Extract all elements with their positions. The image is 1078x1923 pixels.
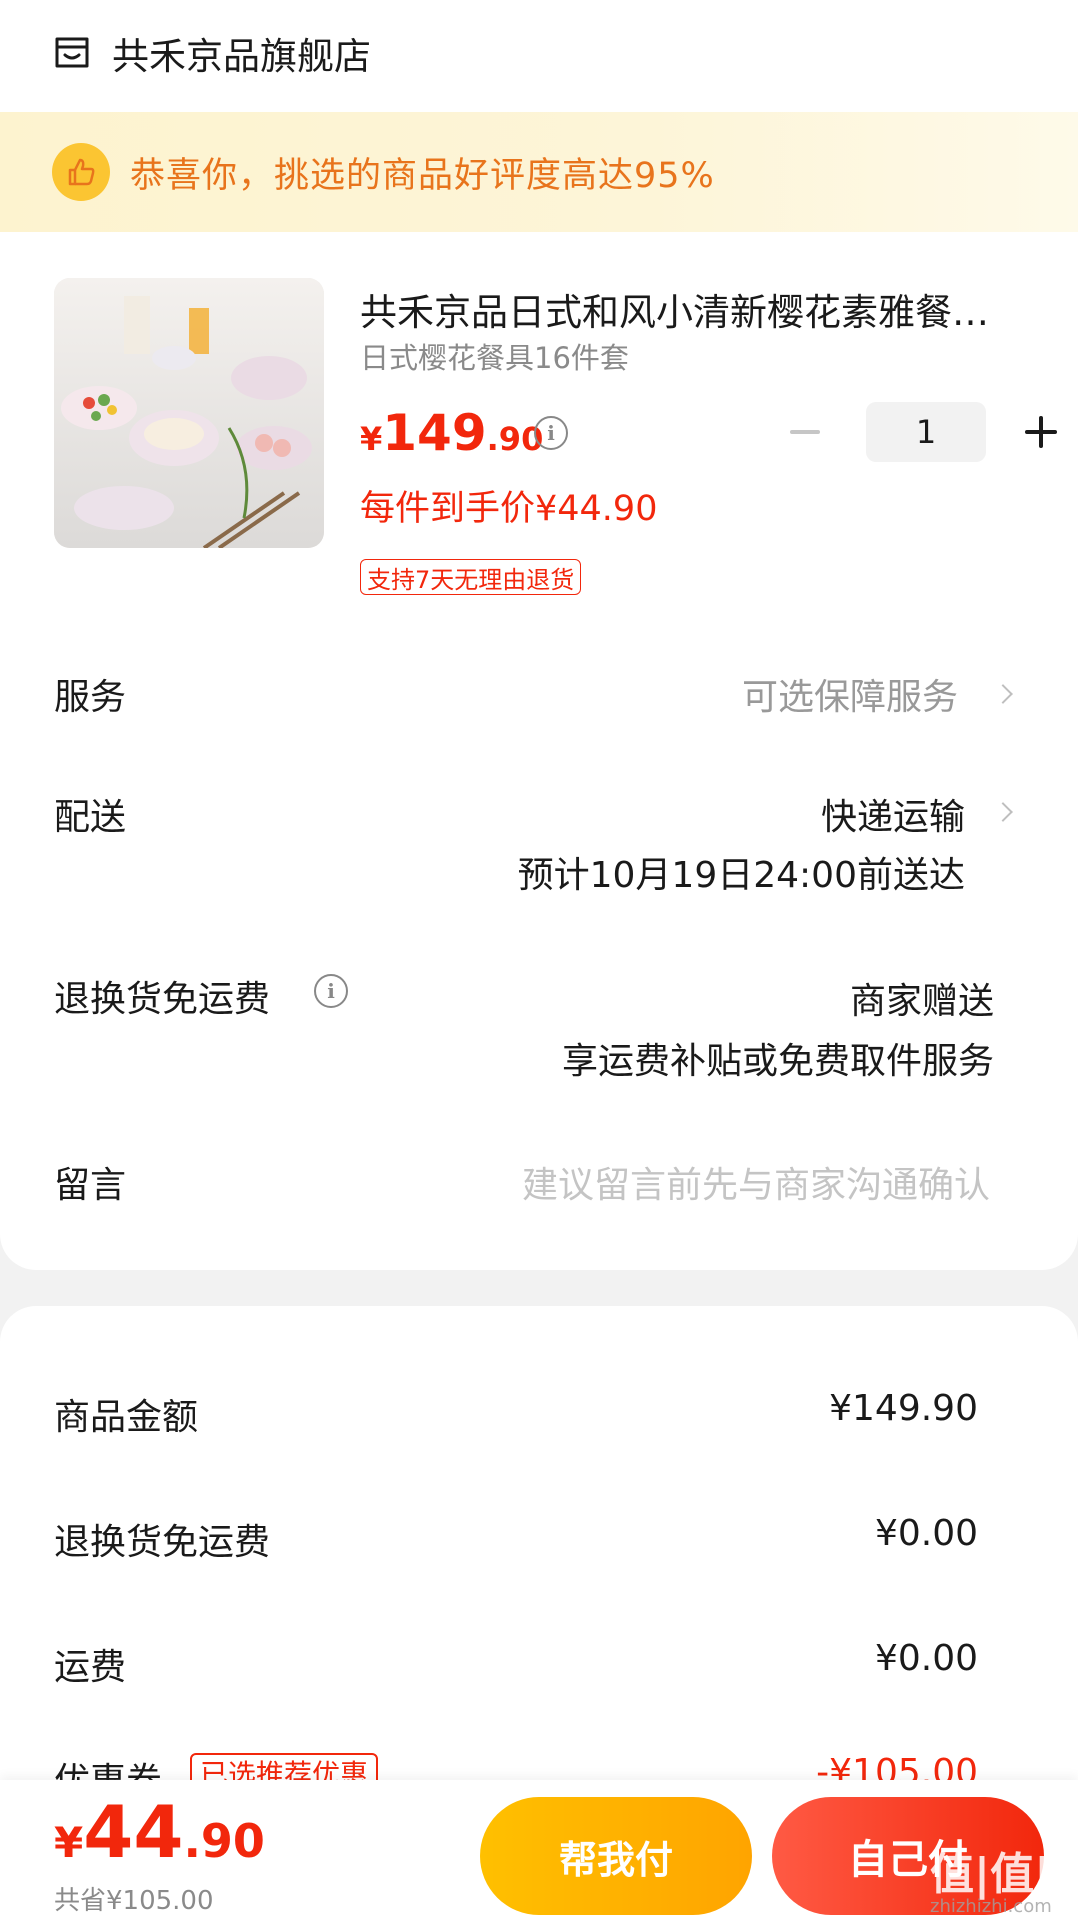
shipping-label: 运费 <box>54 1647 127 1688</box>
minus-icon <box>790 430 820 434</box>
return-policy-tag: 支持7天无理由退货 <box>360 559 582 595</box>
total-price: ¥ 44 .90 <box>54 1790 265 1874</box>
return-free-label: 退换货免运费 <box>54 979 271 1020</box>
product-title[interactable]: 共禾京品日式和风小清新樱花素雅餐具套装 <box>360 282 1025 336</box>
message-label: 留言 <box>54 1165 127 1206</box>
total-integer: 44 <box>83 1790 184 1874</box>
service-value[interactable]: 可选保障服务 <box>742 668 958 720</box>
saved-amount: 共省¥105.00 <box>54 1886 214 1916</box>
total-currency: ¥ <box>54 1818 84 1867</box>
decrease-button[interactable] <box>780 407 830 457</box>
order-card: 共禾京品旗舰店 恭喜你，挑选的商品好评度高达95% 共禾京品日式和风小清新樱花素… <box>0 0 1078 1270</box>
quantity-stepper: 1 <box>780 402 1066 462</box>
return-free-sub: 享运费补贴或免费取件服务 <box>561 1041 994 1082</box>
banner-text: 恭喜你，挑选的商品好评度高达95% <box>130 155 715 196</box>
delivery-eta: 预计10月19日24:00前送达 <box>517 855 965 896</box>
price-info-icon[interactable]: i <box>534 416 568 450</box>
thumbs-up-icon <box>52 143 110 201</box>
goods-amount-value: ¥149.90 <box>829 1388 978 1429</box>
store-icon <box>55 37 89 68</box>
product-spec[interactable]: 日式樱花餐具16件套 <box>360 335 629 377</box>
plus-icon <box>1025 416 1057 448</box>
return-fee-label: 退换货免运费 <box>54 1522 271 1563</box>
chevron-right-icon[interactable] <box>993 684 1013 704</box>
price-integer: 149 <box>382 404 487 462</box>
service-label: 服务 <box>54 677 127 718</box>
shop-name: 共禾京品旗舰店 <box>112 35 371 78</box>
goods-amount-label: 商品金额 <box>54 1397 199 1438</box>
shipping-value: ¥0.00 <box>874 1638 978 1679</box>
quantity-input[interactable]: 1 <box>866 402 986 462</box>
total-decimal: .90 <box>183 1814 265 1868</box>
increase-button[interactable] <box>1016 407 1066 457</box>
rating-banner: 恭喜你，挑选的商品好评度高达95% <box>0 112 1078 232</box>
return-fee-value: ¥0.00 <box>874 1513 978 1554</box>
unit-price: 每件到手价¥44.90 <box>360 489 658 529</box>
delivery-method[interactable]: 快递运输 <box>821 788 965 840</box>
help-pay-button[interactable]: 帮我付 <box>480 1797 752 1915</box>
order-confirm-page: 共禾京品旗舰店 恭喜你，挑选的商品好评度高达95% 共禾京品日式和风小清新樱花素… <box>0 0 1078 1923</box>
message-input[interactable]: 建议留言前先与商家沟通确认 <box>522 1156 990 1208</box>
shop-header[interactable]: 共禾京品旗舰店 <box>52 28 371 78</box>
chevron-right-icon[interactable] <box>993 802 1013 822</box>
product-price: ¥ 149 .90 <box>360 404 543 462</box>
price-currency: ¥ <box>360 420 383 458</box>
watermark-url: zhizhizhi.com <box>930 1896 1052 1917</box>
delivery-label: 配送 <box>54 797 127 838</box>
return-free-info-icon[interactable]: i <box>314 974 348 1008</box>
return-free-value: 商家赠送 <box>849 981 994 1022</box>
product-image[interactable] <box>54 278 324 548</box>
